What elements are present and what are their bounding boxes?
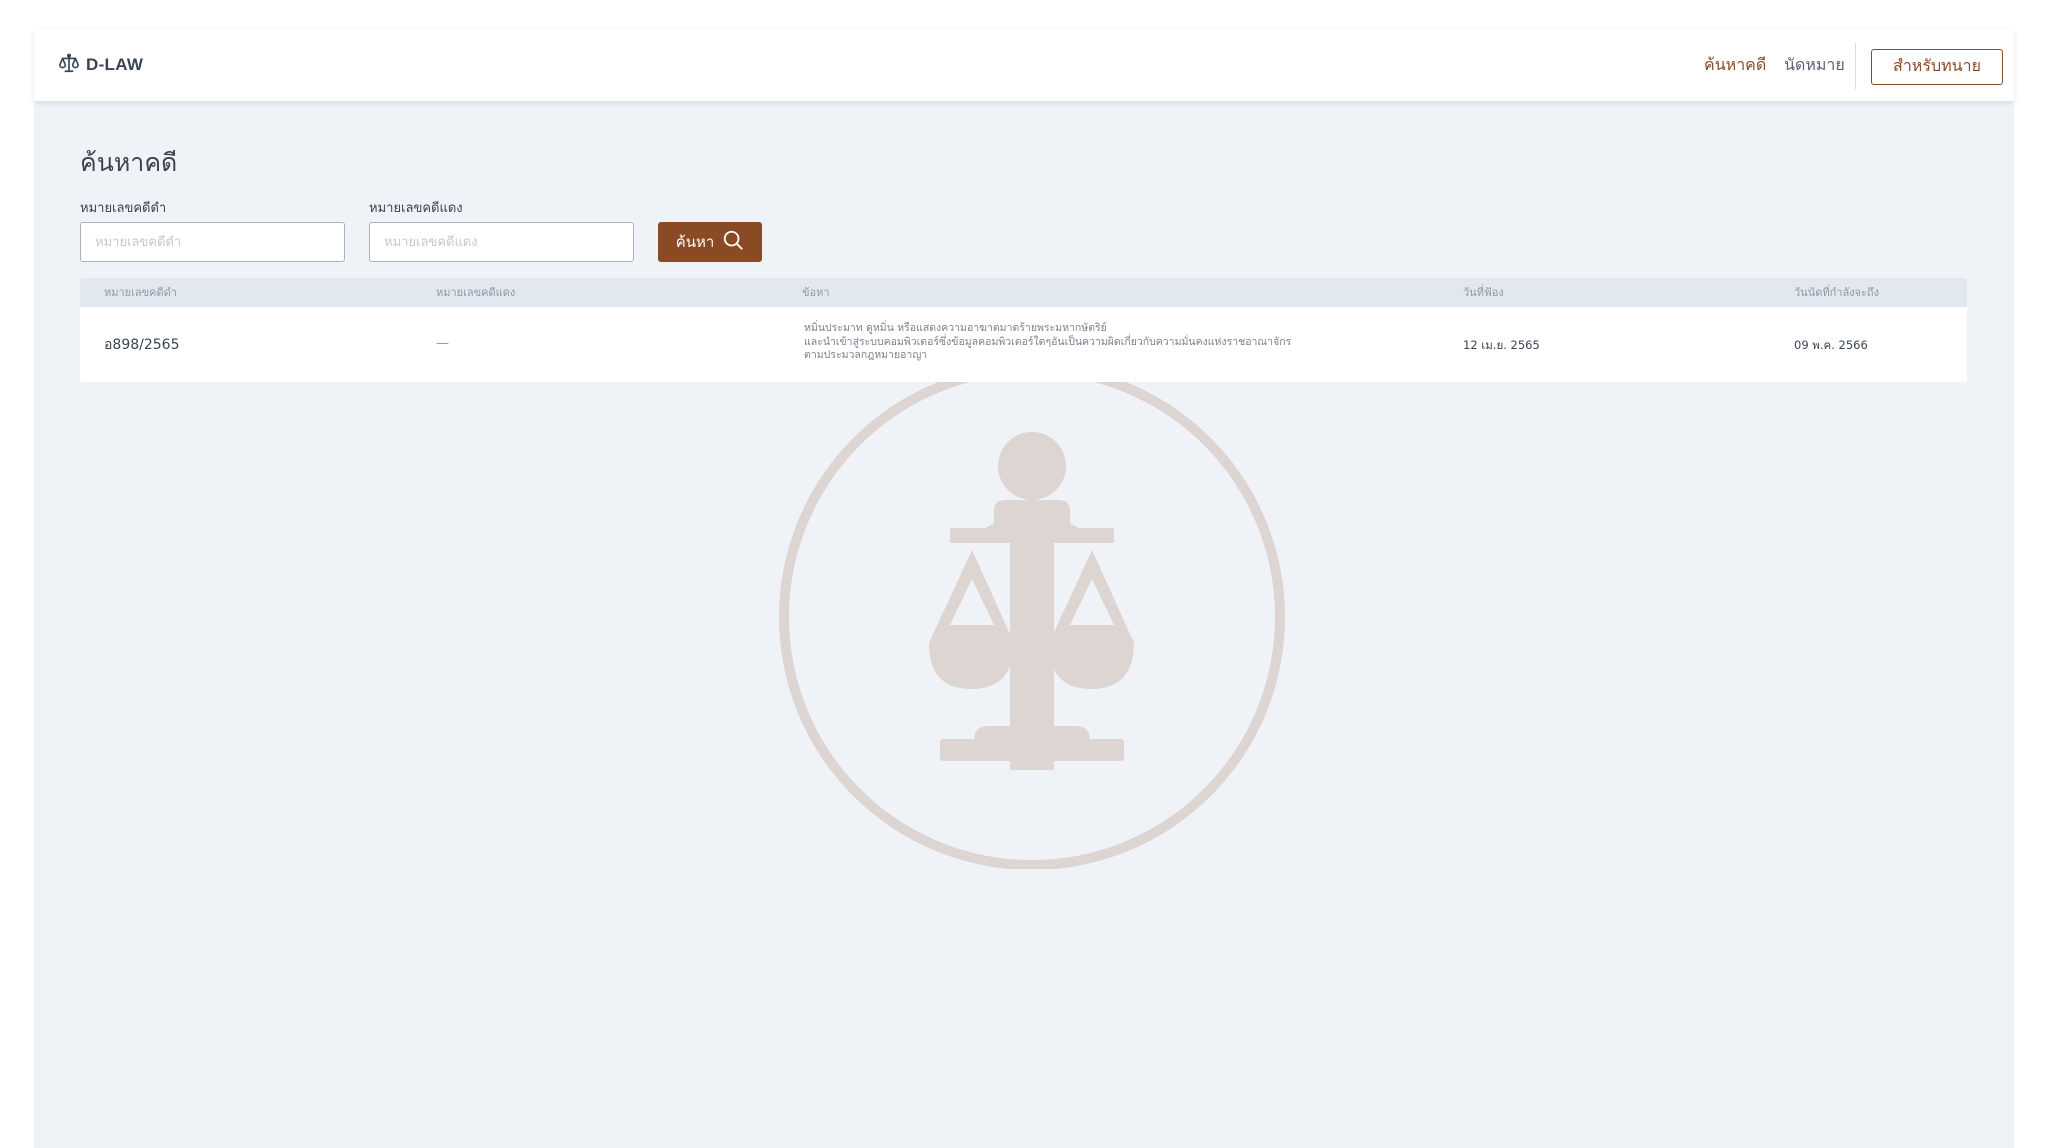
charge-line: และนำเข้าสู่ระบบคอมพิวเตอร์ซึ่งข้อมูลคอม… <box>804 335 1292 348</box>
col-header-red-case: หมายเลขคดีแดง <box>436 286 516 299</box>
search-button[interactable]: ค้นหา <box>658 222 762 262</box>
col-header-filed-date: วันที่ฟ้อง <box>1463 286 1504 299</box>
table-header: หมายเลขคดีดำ หมายเลขคดีแดง ข้อหา วันที่ฟ… <box>80 278 1967 307</box>
top-navbar: D-LAW ค้นหาคดี นัดหมาย สำหรับทนาย <box>34 29 2014 101</box>
for-lawyers-button[interactable]: สำหรับทนาย <box>1871 49 2003 85</box>
cell-next-appointment: 09 พ.ค. 2566 <box>1794 338 1868 352</box>
col-header-black-case: หมายเลขคดีดำ <box>104 286 177 299</box>
cases-table: หมายเลขคดีดำ หมายเลขคดีแดง ข้อหา วันที่ฟ… <box>80 278 1967 382</box>
red-case-input[interactable] <box>369 222 634 262</box>
page-title: ค้นหาคดี <box>80 148 178 177</box>
search-button-label: ค้นหา <box>675 233 715 251</box>
col-header-charge: ข้อหา <box>802 286 830 299</box>
col-header-next-appointment: วันนัดที่กำลังจะถึง <box>1794 286 1879 299</box>
scales-of-justice-icon <box>762 329 1302 870</box>
charge-line: ตามประมวลกฎหมายอาญา <box>804 349 928 361</box>
cell-charge: หมิ่นประมาท ดูหมิ่น หรือแสดงความอาฆาตมาด… <box>804 322 1344 363</box>
nav-appointments[interactable]: นัดหมาย <box>1784 53 1845 77</box>
black-case-label: หมายเลขคดีดำ <box>80 201 167 216</box>
charge-line: หมิ่นประมาท ดูหมิ่น หรือแสดงความอาฆาตมาด… <box>804 322 1107 334</box>
cell-red-case: — <box>436 336 449 351</box>
app-frame: D-LAW ค้นหาคดี นัดหมาย สำหรับทนาย ค้นหาค… <box>34 29 2014 1148</box>
cell-filed-date: 12 เม.ย. 2565 <box>1463 338 1540 352</box>
nav-search-cases[interactable]: ค้นหาคดี <box>1704 53 1766 77</box>
search-icon <box>722 229 744 255</box>
nav-divider <box>1855 43 1856 89</box>
brand-name: D-LAW <box>86 55 144 74</box>
scales-icon <box>58 52 80 78</box>
cell-black-case[interactable]: อ898/2565 <box>104 336 179 354</box>
black-case-input[interactable] <box>80 222 345 262</box>
brand-logo[interactable]: D-LAW <box>58 53 143 77</box>
table-row[interactable]: อ898/2565 — หมิ่นประมาท ดูหมิ่น หรือแสดง… <box>80 307 1967 382</box>
red-case-label: หมายเลขคดีแดง <box>369 201 463 216</box>
